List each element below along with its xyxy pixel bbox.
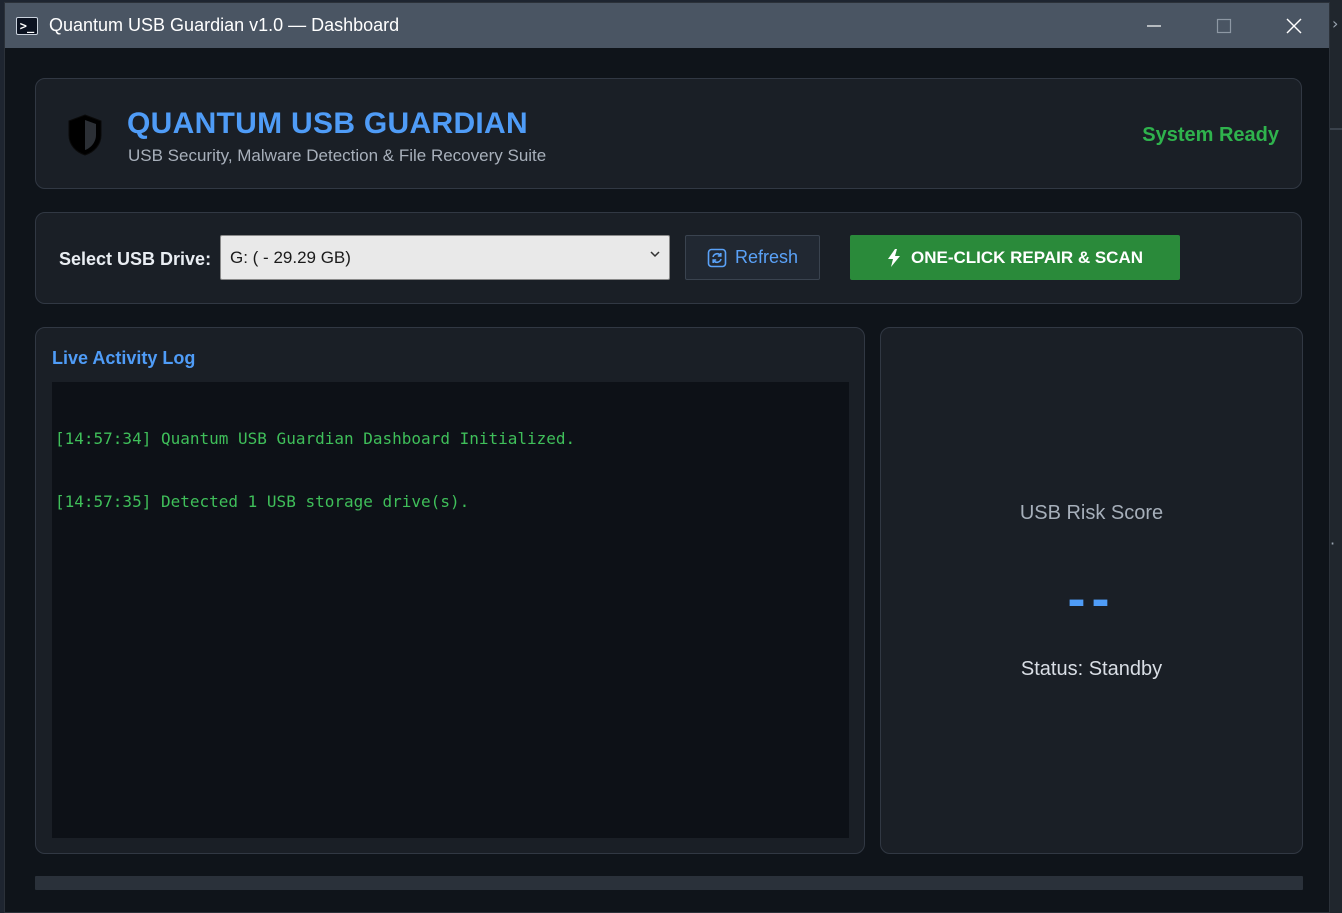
risk-score-label: USB Risk Score [1019,502,1164,524]
app-subtitle: USB Security, Malware Detection & File R… [128,146,547,165]
lightning-icon [887,248,900,267]
drive-select-label: Select USB Drive: [59,249,212,269]
drive-select-value: G: ( - 29.29 GB) [230,247,351,267]
minimize-icon [1147,24,1161,27]
chevron-down-icon [650,251,660,258]
desktop-background: › · [1330,0,1342,913]
system-status: System Ready [1142,124,1279,146]
scan-progress-bar [35,876,1303,890]
desktop-fragment-icon: · [1330,534,1336,553]
minimize-button[interactable] [1119,3,1189,48]
refresh-button-label: Refresh [734,247,799,267]
repair-scan-button[interactable]: ONE-CLICK REPAIR & SCAN [850,235,1180,280]
app-title: QUANTUM USB GUARDIAN [127,107,528,140]
log-line: [14:57:34] Quantum USB Guardian Dashboar… [55,429,576,448]
window-controls [1119,3,1329,48]
refresh-button[interactable]: Refresh [685,235,820,280]
refresh-icon [707,248,727,267]
maximize-button[interactable] [1189,3,1259,48]
risk-status: Status: Standby [1020,658,1163,680]
window-title: Quantum USB Guardian v1.0 — Dashboard [49,15,400,35]
log-line: [14:57:35] Detected 1 USB storage drive(… [55,492,470,511]
shield-icon [68,114,102,156]
header-panel: QUANTUM USB GUARDIAN USB Security, Malwa… [35,78,1302,189]
powershell-icon: >_ [16,16,38,35]
close-icon [1286,18,1302,33]
activity-log-panel: Live Activity Log [14:57:34] Quantum USB… [35,327,865,854]
activity-log-title: Live Activity Log [52,348,196,368]
drive-select[interactable]: G: ( - 29.29 GB) [220,235,670,280]
drive-panel: Select USB Drive: G: ( - 29.29 GB) Refre… [35,212,1302,304]
app-window: >_ Quantum USB Guardian v1.0 — Dashboard… [4,2,1330,913]
desktop-divider [1330,128,1342,130]
repair-scan-button-label: ONE-CLICK REPAIR & SCAN [910,247,1144,267]
title-bar[interactable]: >_ Quantum USB Guardian v1.0 — Dashboard [5,3,1329,48]
close-button[interactable] [1259,3,1329,48]
desktop-fragment-icon: › [1332,14,1339,33]
activity-log-output[interactable]: [14:57:34] Quantum USB Guardian Dashboar… [52,382,849,838]
risk-score-value: -- [1067,569,1116,629]
risk-score-panel: USB Risk Score -- Status: Standby [880,327,1303,854]
maximize-icon [1216,18,1232,33]
